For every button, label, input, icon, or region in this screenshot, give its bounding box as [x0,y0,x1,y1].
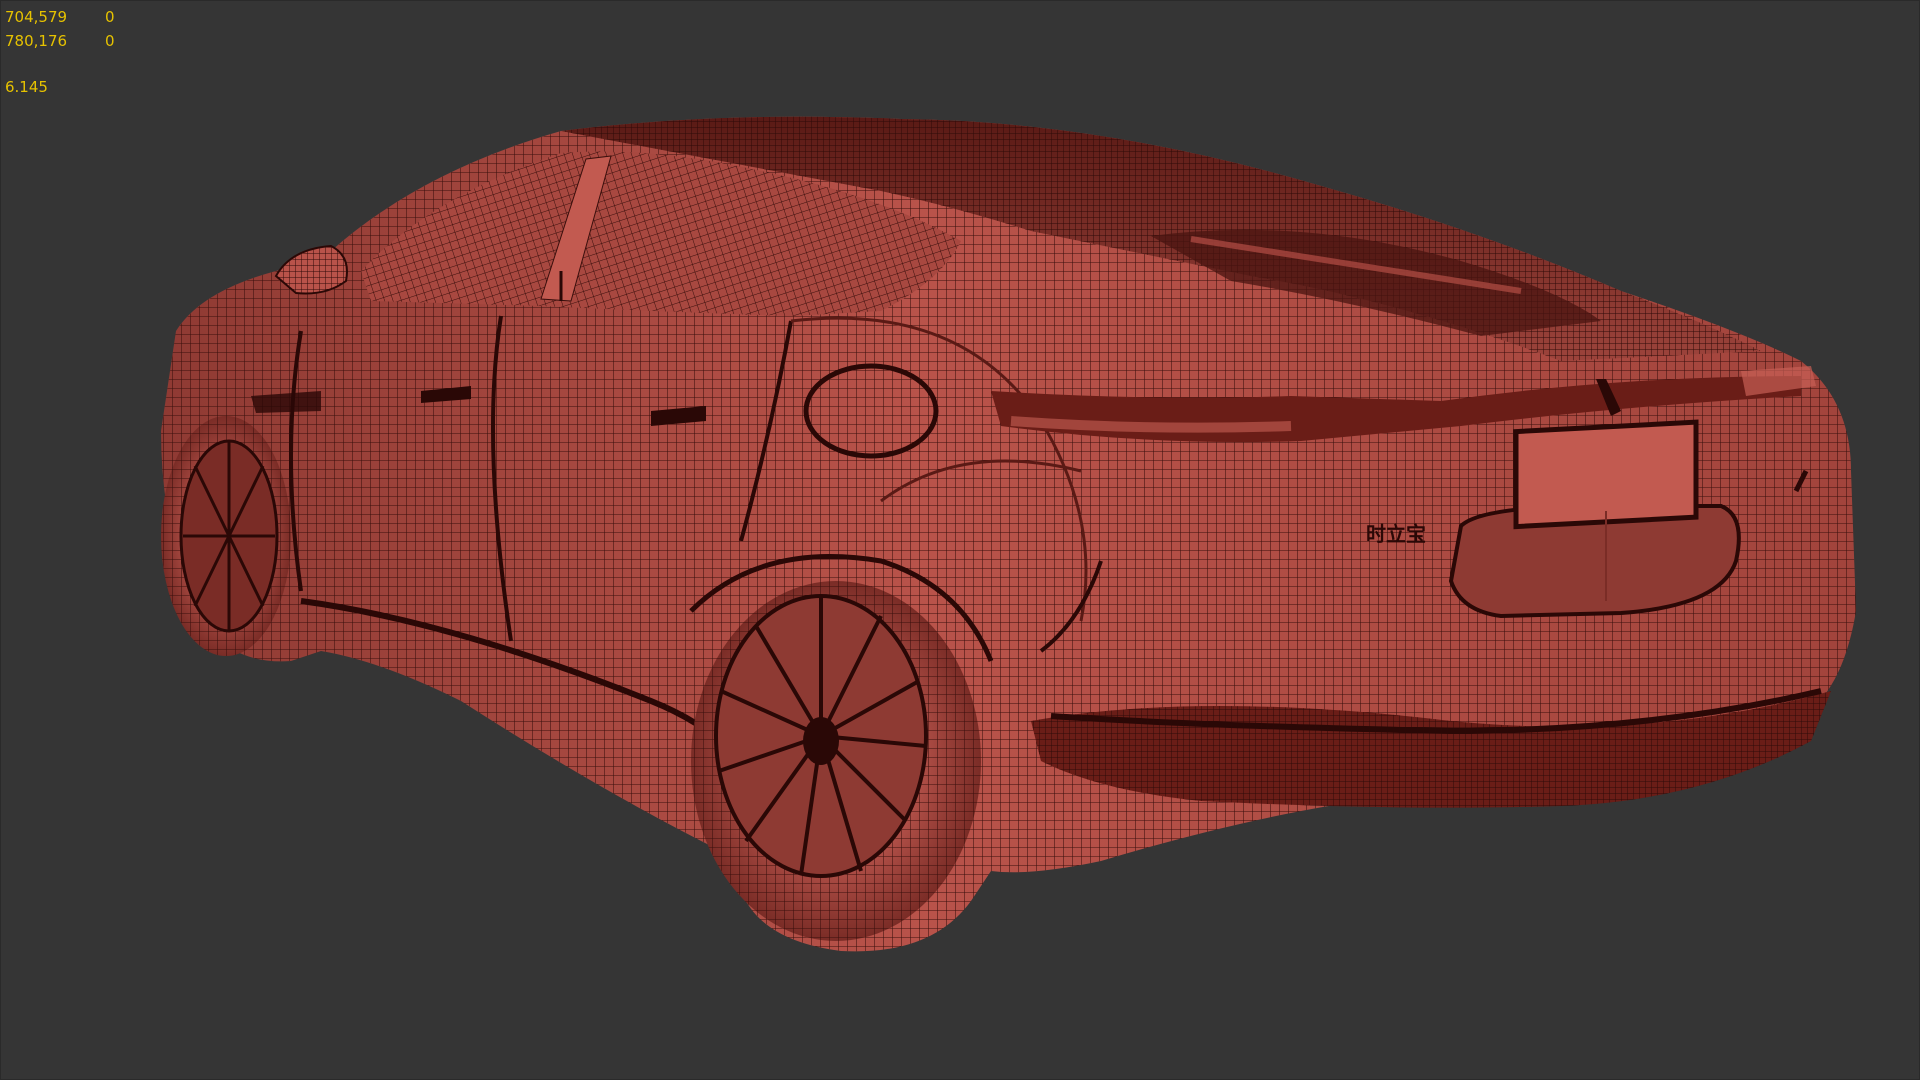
fps-row: 6.145 [5,75,115,99]
rear-wheel [691,581,981,941]
polygon-count: 704,579 [5,8,68,26]
vertex-count: 780,176 [5,32,68,50]
car-body: 时立宝 [161,116,1856,952]
vertex-count-row: 780,176 0 [5,29,115,53]
polygon-count-row: 704,579 0 [5,5,115,29]
rear-badge: 时立宝 [1366,522,1426,546]
3d-viewport[interactable]: 704,579 0 780,176 0 6.145 时立宝 [0,0,1920,1080]
fps-value: 6.145 [5,78,48,96]
polygon-selected-count: 0 [105,8,115,26]
car-wireframe-model[interactable]: 时立宝 [1,1,1920,1080]
license-plate [1513,419,1699,530]
viewport-statistics: 704,579 0 780,176 0 6.145 [5,5,115,99]
vertex-selected-count: 0 [105,32,115,50]
front-wheel [161,416,291,656]
